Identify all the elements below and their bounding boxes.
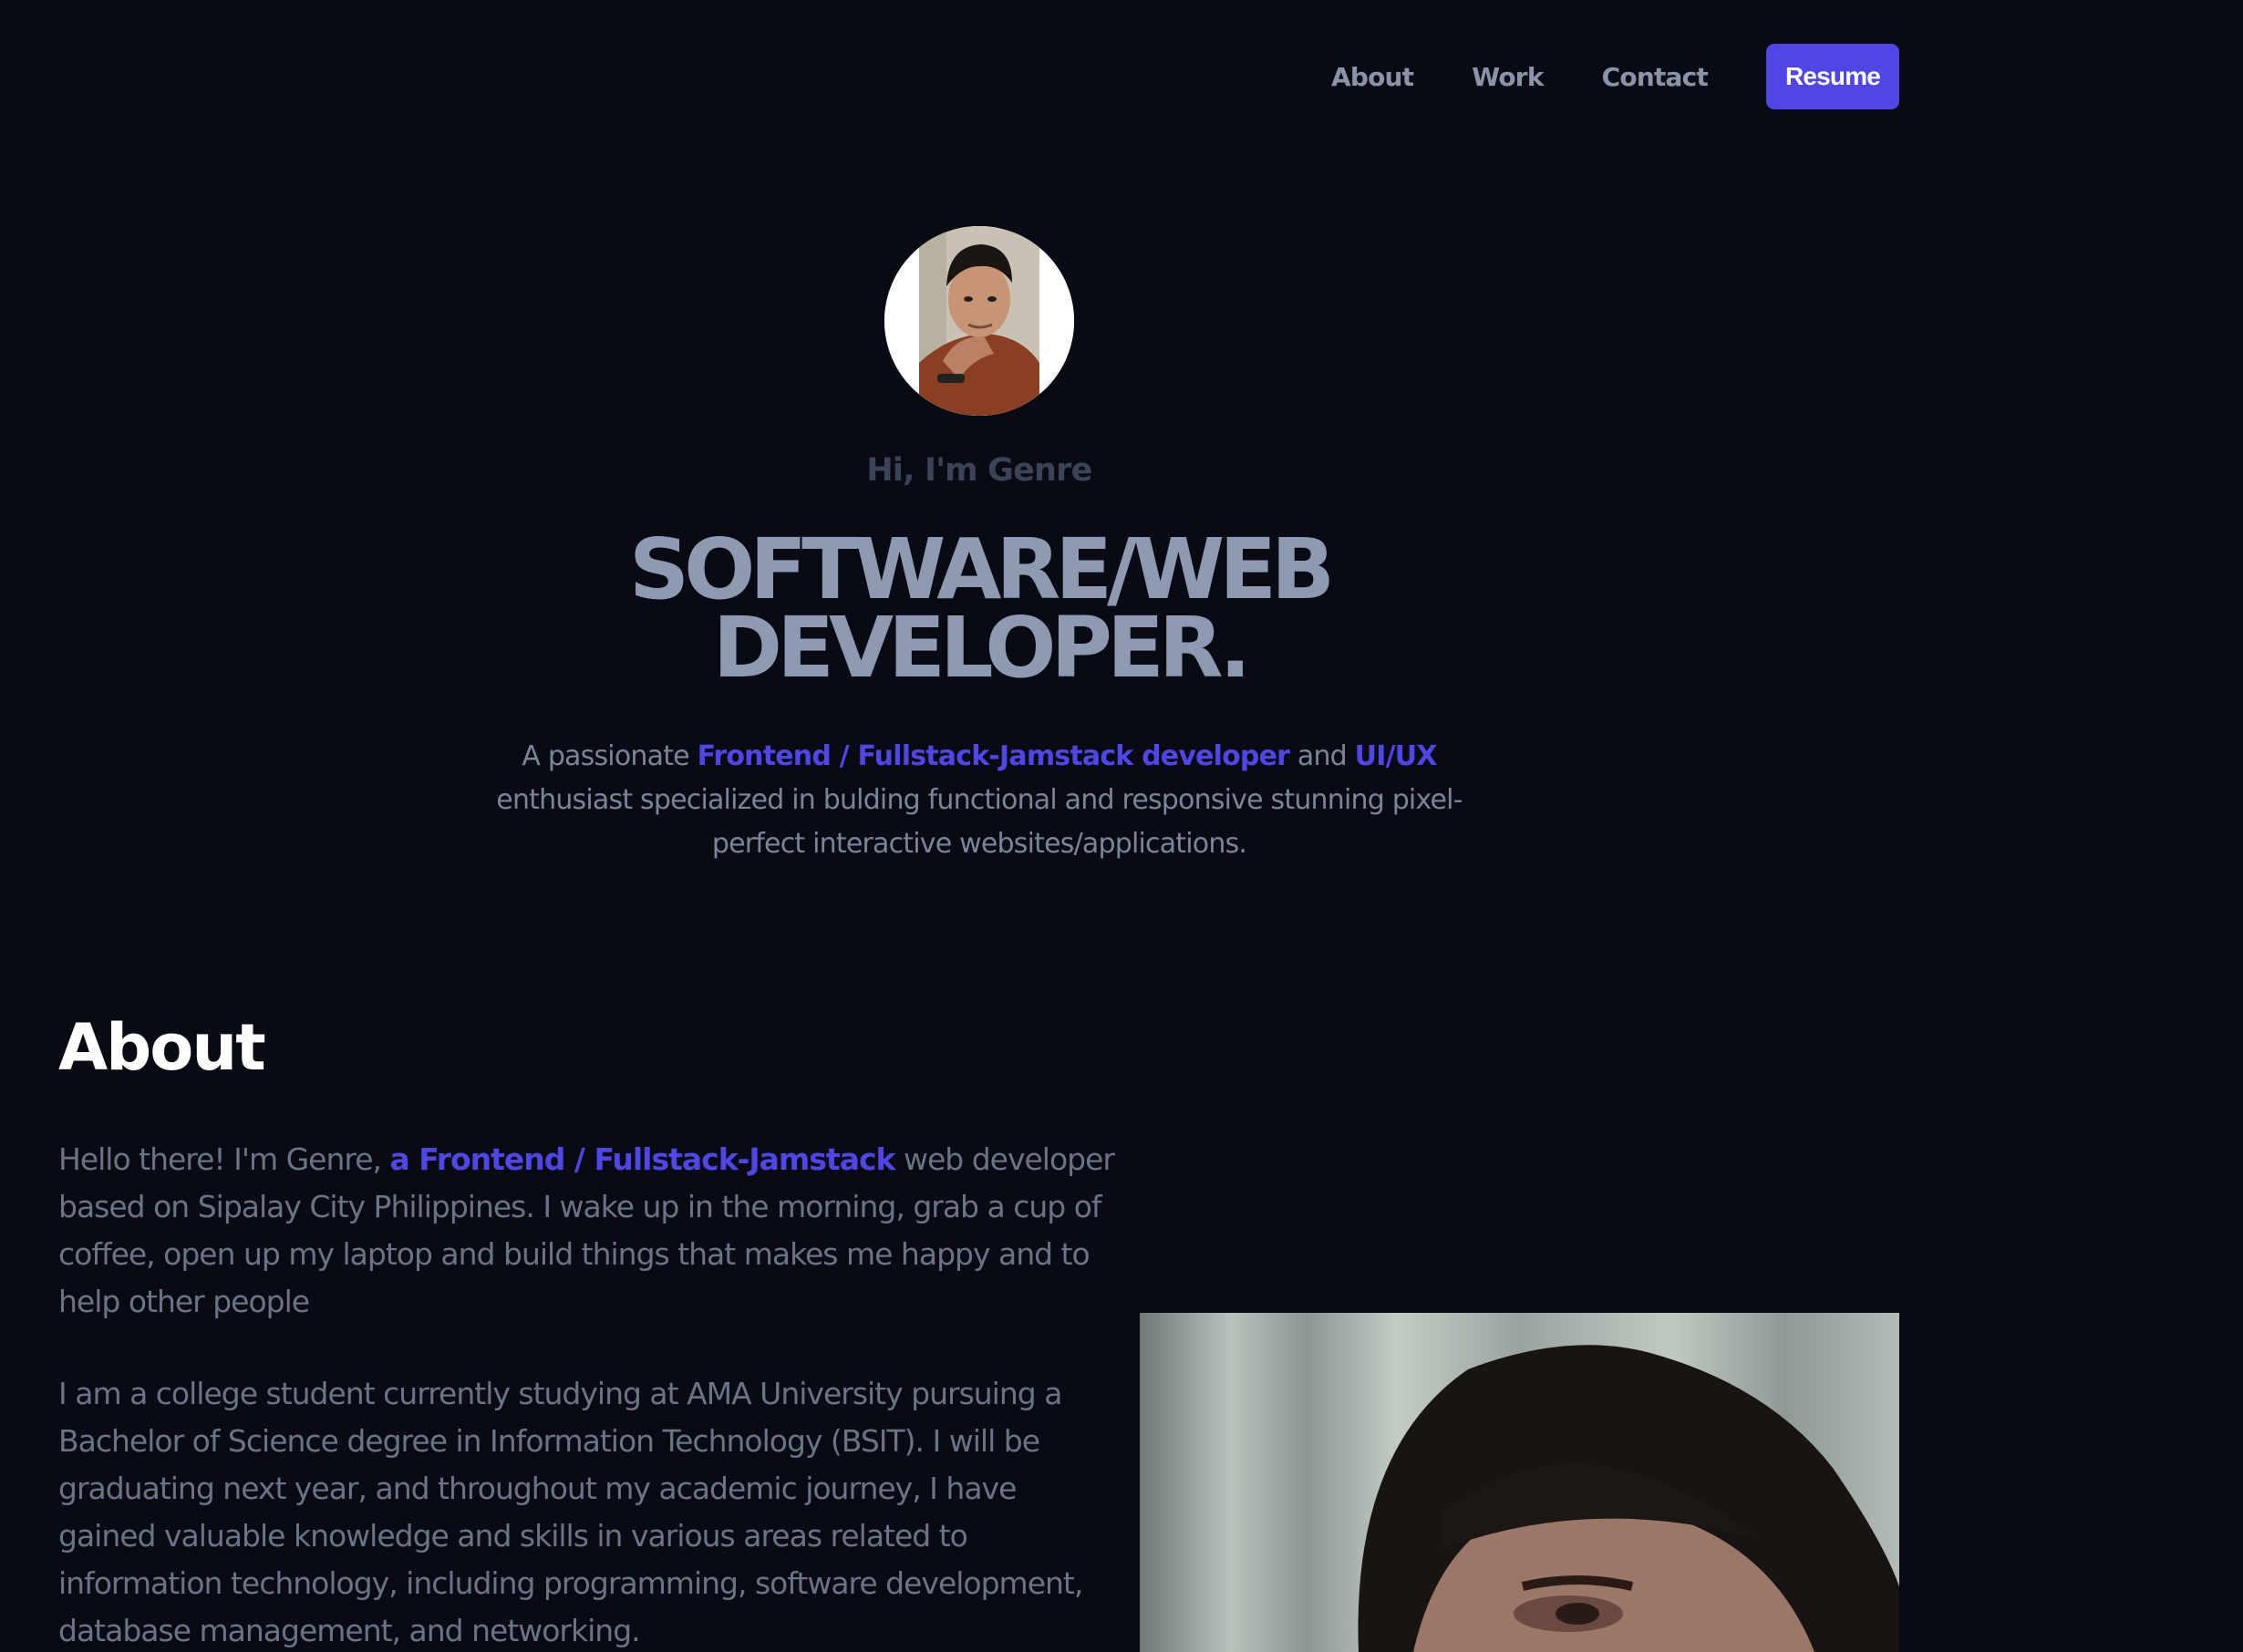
intro-accent-uiux: UI/UX — [1354, 740, 1438, 772]
hero-intro: A passionate Frontend / Fullstack-Jamsta… — [478, 735, 1481, 866]
resume-button[interactable]: Resume — [1766, 44, 1899, 109]
hero-greeting: Hi, I'm Genre — [866, 452, 1092, 489]
about-photo — [1140, 1313, 1899, 1652]
nav-link-about[interactable]: About — [1331, 62, 1414, 92]
nav-link-contact[interactable]: Contact — [1602, 62, 1709, 92]
about-section-title: About — [58, 1010, 266, 1085]
about-paragraph-1: Hello there! I'm Genre, a Frontend / Ful… — [58, 1136, 1116, 1326]
about-portrait-image — [1140, 1313, 1899, 1652]
hero-headline: SOFTWARE/WEB DEVELOPER. — [0, 521, 1959, 697]
top-nav: About Work Contact Resume — [1331, 44, 1899, 109]
about-paragraph-2: I am a college student currently studyin… — [58, 1376, 1083, 1648]
about-p1-accent: a Frontend / Fullstack-Jamstack — [389, 1141, 896, 1177]
headline-line-2: DEVELOPER. — [712, 599, 1252, 697]
intro-accent-role: Frontend / Fullstack-Jamstack developer — [697, 740, 1290, 772]
portfolio-page: About Work Contact Resume Hi, I'm Genre … — [0, 0, 2243, 1652]
intro-text-mid: and — [1289, 740, 1355, 772]
intro-text-suffix: enthusiast specialized in bulding functi… — [496, 784, 1463, 860]
avatar — [884, 226, 1074, 416]
about-p1-prefix: Hello there! I'm Genre, — [58, 1141, 390, 1177]
avatar-portrait-image — [884, 226, 1074, 416]
intro-text-prefix: A passionate — [522, 740, 698, 772]
nav-link-work[interactable]: Work — [1472, 62, 1544, 92]
headline-line-1: SOFTWARE/WEB — [628, 521, 1335, 618]
